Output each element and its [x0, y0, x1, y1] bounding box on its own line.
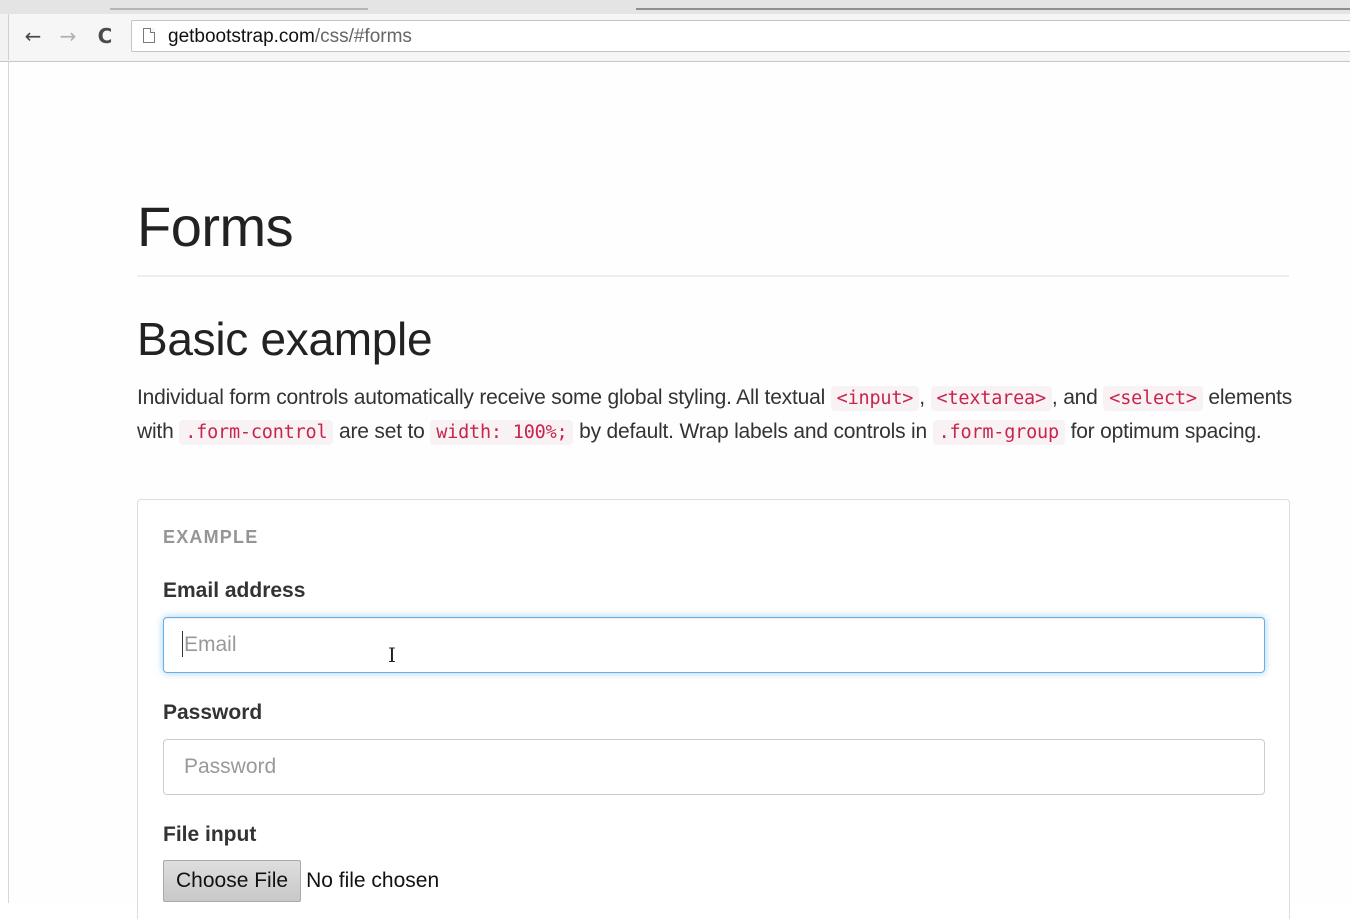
ibeam-cursor-icon: I — [388, 643, 396, 667]
forward-icon[interactable]: → — [56, 22, 80, 50]
code-textarea: <textarea> — [930, 386, 1052, 411]
browser-toolbar: ← → C getbootstrap.com/css/#forms — [8, 14, 1350, 60]
intro-text: by default. Wrap labels and controls in — [573, 420, 933, 443]
intro-text: are set to — [333, 420, 431, 443]
example-label: EXAMPLE — [163, 527, 259, 547]
password-field[interactable] — [163, 739, 1265, 795]
reload-icon[interactable]: C — [93, 22, 117, 50]
page-content: Forms Basic example Individual form cont… — [8, 62, 1350, 919]
file-status: No file chosen — [306, 869, 440, 892]
code-width: width: 100%; — [430, 420, 574, 445]
url-host: getbootstrap.com — [168, 26, 315, 47]
back-icon[interactable]: ← — [21, 22, 45, 50]
url-text[interactable]: getbootstrap.com/css/#forms — [168, 27, 412, 47]
intro-text: Individual form controls automatically r… — [137, 386, 831, 409]
text-caret — [182, 631, 183, 657]
page-icon — [143, 28, 155, 43]
choose-file-button[interactable]: Choose File — [163, 860, 302, 902]
code-select: <select> — [1103, 386, 1203, 411]
intro-paragraph: Individual form controls automatically r… — [137, 381, 1297, 449]
tab-strip — [0, 0, 1350, 14]
file-input: Choose File No file chosen — [163, 860, 439, 902]
file-input-label: File input — [163, 823, 257, 846]
email-label: Email address — [163, 579, 306, 602]
section-title: Basic example — [137, 313, 433, 365]
code-form-group: .form-group — [932, 420, 1065, 445]
intro-text: , and — [1051, 386, 1104, 409]
url-path: /css/#forms — [314, 26, 412, 47]
code-input: <input> — [830, 386, 920, 411]
intro-text: for optimum spacing. — [1064, 420, 1262, 443]
email-field[interactable] — [163, 617, 1265, 673]
intro-text: , — [919, 386, 931, 409]
browser-chrome: ← → C getbootstrap.com/css/#forms — [0, 0, 1350, 62]
page-title: Forms — [137, 195, 294, 258]
password-label: Password — [163, 701, 263, 724]
code-form-control: .form-control — [179, 420, 334, 445]
address-bar[interactable]: getbootstrap.com/css/#forms — [131, 20, 1350, 52]
title-divider — [137, 275, 1289, 277]
example-panel: EXAMPLE Email address I Password File in… — [137, 499, 1290, 919]
